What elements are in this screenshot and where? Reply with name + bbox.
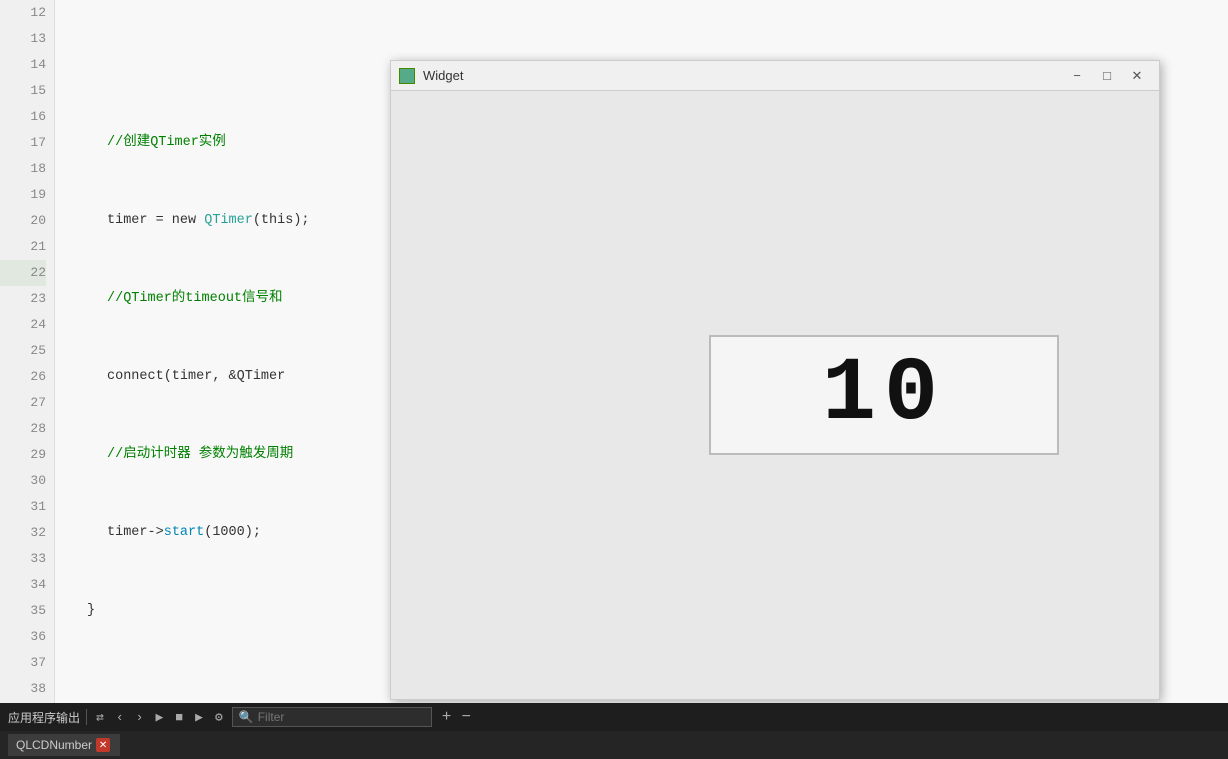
line-num: 38 <box>0 676 46 702</box>
run-debug-icon[interactable]: ▶ <box>192 710 206 725</box>
line-num: 25 <box>0 338 46 364</box>
minus-button[interactable]: − <box>457 708 475 726</box>
filter-container: 🔍 <box>232 707 432 727</box>
widget-app-icon <box>399 68 415 84</box>
widget-window: Widget − □ ✕ 10 <box>390 60 1160 700</box>
line-num: 32 <box>0 520 46 546</box>
maximize-button[interactable]: □ <box>1093 65 1121 87</box>
window-controls: − □ ✕ <box>1063 65 1151 87</box>
next-icon[interactable]: › <box>133 710 147 725</box>
editor-area: 12 13 14 15 16 17 18 19 20 21 22 23 24 2… <box>0 0 1228 703</box>
line-num: 31 <box>0 494 46 520</box>
line-num: 14 <box>0 52 46 78</box>
line-num: 37 <box>0 650 46 676</box>
widget-body: 10 <box>391 91 1159 699</box>
sync-icon[interactable]: ⇄ <box>93 710 107 725</box>
widget-title: Widget <box>423 68 1055 83</box>
stop-icon[interactable]: ■ <box>172 710 186 725</box>
close-button[interactable]: ✕ <box>1123 65 1151 87</box>
line-num: 18 <box>0 156 46 182</box>
line-num: 24 <box>0 312 46 338</box>
line-num: 28 <box>0 416 46 442</box>
filter-search-icon: 🔍 <box>239 710 254 724</box>
widget-titlebar: Widget − □ ✕ <box>391 61 1159 91</box>
bottom-toolbar: 应用程序输出 ⇄ ‹ › ▶ ■ ▶ ⚙ 🔍 + − <box>0 703 1228 731</box>
line-num: 17 <box>0 130 46 156</box>
line-num: 21 <box>0 234 46 260</box>
line-num: 34 <box>0 572 46 598</box>
line-num: 20 <box>0 208 46 234</box>
line-num: 19 <box>0 182 46 208</box>
line-num: 30 <box>0 468 46 494</box>
lcd-number-value: 10 <box>822 344 946 446</box>
line-num: 22 <box>0 260 46 286</box>
app-output-label: 应用程序输出 <box>8 709 80 726</box>
tab-label: QLCDNumber <box>16 738 92 752</box>
prev-icon[interactable]: ‹ <box>113 710 127 725</box>
divider <box>86 709 87 725</box>
line-num: 36 <box>0 624 46 650</box>
line-num: 29 <box>0 442 46 468</box>
line-num: 27 <box>0 390 46 416</box>
line-num: 23 <box>0 286 46 312</box>
tab-bar: QLCDNumber ✕ <box>0 731 1228 759</box>
line-numbers: 12 13 14 15 16 17 18 19 20 21 22 23 24 2… <box>0 0 55 703</box>
lcd-display-container: 10 <box>709 335 1059 455</box>
run-icon[interactable]: ▶ <box>152 710 166 725</box>
tab-qlcdnumber[interactable]: QLCDNumber ✕ <box>8 734 120 756</box>
tab-close-button[interactable]: ✕ <box>96 738 110 752</box>
line-num: 16 <box>0 104 46 130</box>
filter-input[interactable] <box>258 710 418 724</box>
line-num: 15 <box>0 78 46 104</box>
minimize-button[interactable]: − <box>1063 65 1091 87</box>
settings-icon[interactable]: ⚙ <box>212 710 226 725</box>
add-button[interactable]: + <box>438 708 456 726</box>
line-num: 35 <box>0 598 46 624</box>
line-num: 33 <box>0 546 46 572</box>
add-minus-controls: + − <box>438 708 475 726</box>
line-num: 13 <box>0 26 46 52</box>
line-num: 26 <box>0 364 46 390</box>
line-num: 12 <box>0 0 46 26</box>
